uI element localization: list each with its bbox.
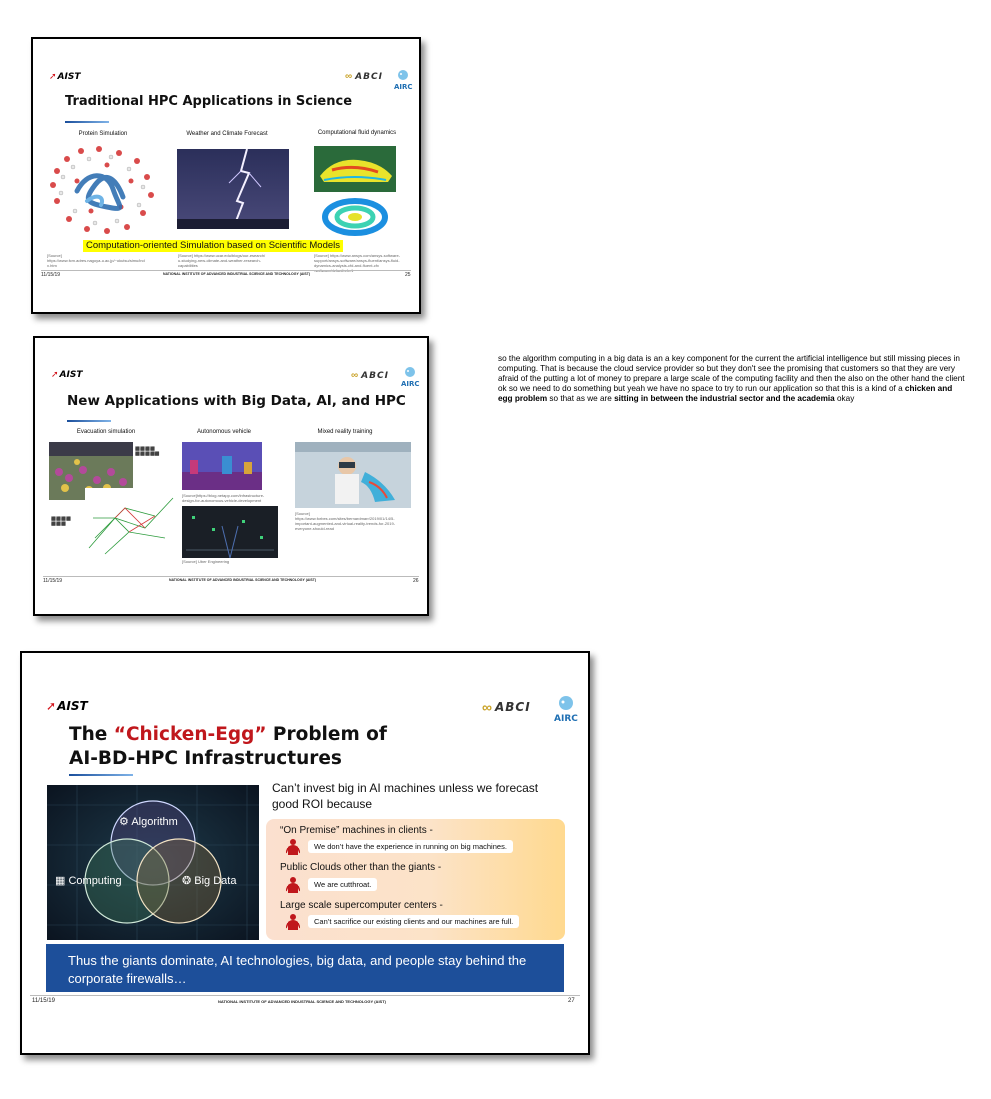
abci-logo: ∞ ABCI [345, 71, 383, 82]
source-mixed-reality: [Source] https://www.forbes.com/sites/be… [295, 511, 396, 531]
airc-mascot-icon [559, 696, 573, 710]
evacuation-jp-note: ⬛⬛⬛⬛ ⬛⬛⬛⬛⬛ [135, 446, 160, 456]
aist-logo: ➚ AIST [49, 72, 81, 82]
slide-footer: NATIONAL INSTITUTE OF ADVANCED INDUSTRIA… [218, 999, 387, 1004]
abci-rings-icon: ∞ [351, 370, 359, 381]
objection-quote-clouds: We are cutthroat. [308, 878, 378, 891]
objection-heading-clouds: Public Clouds other than the giants - [280, 862, 442, 873]
slide-page-number: 26 [413, 578, 419, 584]
slide-date: 11/15/19 [32, 998, 55, 1004]
abci-logo: ∞ ABCI [351, 370, 389, 381]
autonomous-uber-image [182, 506, 278, 558]
caption-weather: Weather and Climate Forecast [186, 131, 268, 137]
caption-autonomous: Autonomous vehicle [196, 429, 252, 435]
person-icon [286, 839, 300, 855]
aist-swoosh-icon: ➚ [51, 370, 59, 380]
title-highlight: “Chicken-Egg” [113, 724, 267, 745]
source-protein: [Source] https://www.fcm.adres.nagoya-u.… [47, 253, 145, 268]
lead-text: Can’t invest big in AI machines unless w… [272, 781, 539, 811]
abci-rings-icon: ∞ [345, 71, 353, 82]
title-underline [69, 774, 133, 776]
footer-line [30, 995, 580, 996]
objection-quote-onprem: We don’t have the experience in running … [308, 840, 513, 853]
notes-text-3: okay [837, 394, 855, 403]
slide-25: ➚ AIST ∞ ABCI AIRC Traditional HPC Applic… [31, 37, 421, 314]
mixed-reality-image [295, 442, 411, 508]
title-underline [67, 420, 111, 422]
abci-logo: ∞ ABCI [482, 699, 531, 715]
caption-protein: Protein Simulation [78, 131, 128, 137]
footer-line [43, 576, 419, 577]
objection-heading-supercomputer: Large scale supercomputer centers - [280, 900, 443, 911]
airc-logo: AIRC [401, 366, 420, 388]
venn-label-algorithm: ⚙ Algorithm [119, 816, 178, 828]
slide-title: Traditional HPC Applications in Science [65, 94, 353, 109]
slide-page-number: 25 [405, 272, 411, 278]
slide-27: ➚ AIST ∞ ABCI AIRC The “Chicken-Egg” Prob… [20, 651, 590, 1055]
aist-logo: ➚ AIST [46, 699, 88, 713]
bigdata-icon: ❂ [182, 875, 192, 887]
banner-highlight: Computation-oriented Simulation based on… [83, 240, 343, 252]
evacuation-graph-image [85, 488, 177, 558]
conclusion-bar: Thus the giants dominate, AI technologie… [46, 944, 564, 992]
caption-mixed-reality: Mixed reality training [317, 429, 373, 435]
person-icon [286, 914, 300, 930]
venn-label-bigdata: ❂ Big Data [182, 875, 237, 887]
cfd-car-image [314, 146, 396, 192]
evacuation-caption-jp: ⬛⬛⬛⬛ ⬛⬛⬛ [51, 516, 71, 526]
notes-bold-2: sitting in between the industrial sector… [614, 394, 835, 403]
airc-logo: AIRC [554, 695, 578, 724]
abci-rings-icon: ∞ [482, 699, 492, 715]
lightning-image [177, 149, 289, 229]
aist-swoosh-icon: ➚ [49, 72, 57, 82]
objection-quote-supercomputer: Can’t sacrifice our existing clients and… [308, 915, 520, 928]
notes-text-2: so that as we are [549, 394, 612, 403]
slide-title: The “Chicken-Egg” Problem of AI-BD-HPC I… [69, 724, 387, 769]
aist-logo: ➚ AIST [51, 370, 83, 380]
airc-logo: AIRC [394, 69, 413, 91]
speaker-notes: so the algorithm computing in a big data… [498, 354, 968, 404]
objection-heading-onprem: “On Premise” machines in clients - [280, 825, 433, 836]
slide-date: 11/15/19 [43, 578, 63, 584]
person-icon [286, 877, 300, 893]
algorithm-icon: ⚙ [119, 816, 129, 828]
autonomous-lidar-image [182, 442, 262, 490]
slide-26: ➚ AIST ∞ ABCI AIRC New Applications with … [33, 336, 429, 616]
venn-label-computing: ▦ Computing [55, 875, 122, 887]
slide-footer: NATIONAL INSTITUTE OF ADVANCED INDUSTRIA… [169, 578, 317, 582]
source-autonomous: [Source]https://blog.netapp.com/infrastr… [182, 493, 265, 503]
slide-title: New Applications with Big Data, AI, and … [67, 393, 406, 409]
notes-text-1: so the algorithm computing in a big data… [498, 354, 965, 393]
conclusion-text: Thus the giants dominate, AI technologie… [68, 953, 527, 986]
caption-evacuation: Evacuation simulation [76, 429, 136, 435]
source-weather: [Source] https://www.ucar.edu/blogs/our-… [178, 253, 266, 268]
footer-line [41, 270, 411, 271]
title-underline [65, 121, 109, 123]
venn-diagram-image [47, 785, 259, 940]
cfd-swirl-image [322, 198, 388, 236]
caption-cfd: Computational fluid dynamics [317, 130, 397, 136]
slide-date: 11/15/19 [41, 272, 61, 278]
aist-swoosh-icon: ➚ [46, 699, 57, 713]
protein-image [50, 146, 154, 234]
slide-page-number: 27 [568, 998, 575, 1004]
source-uber: [Source] Uber Engineering [182, 559, 230, 564]
computing-chip-icon: ▦ [55, 875, 66, 887]
slide-footer: NATIONAL INSTITUTE OF ADVANCED INDUSTRIA… [163, 272, 311, 276]
